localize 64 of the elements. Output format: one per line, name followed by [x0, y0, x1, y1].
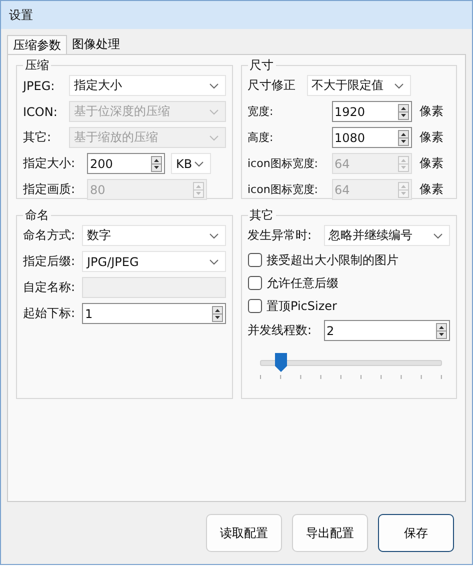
unit-label: 像素 [420, 129, 444, 146]
caret-icon [208, 258, 218, 264]
unit-dropdown[interactable]: KB [171, 153, 211, 174]
caret-icon [208, 108, 218, 114]
unit-label: 像素 [420, 155, 444, 172]
field-label: 尺寸修正 [248, 77, 296, 94]
caret-icon [208, 82, 218, 88]
group-title: 其它 [248, 207, 274, 224]
checkbox[interactable] [248, 253, 262, 267]
dialog-button[interactable]: 保存 [378, 514, 454, 552]
field-label: 其它: [23, 129, 52, 146]
unit-label: 像素 [420, 103, 444, 120]
number-field[interactable]: 2 [324, 320, 450, 341]
checkbox-label: 接受超出大小限制的图片 [266, 252, 398, 268]
dropdown[interactable]: 不大于限定值 [306, 75, 410, 96]
caret-icon [208, 134, 218, 140]
field-label: 自定名称: [23, 279, 76, 296]
checkbox-label: 允许任意后缀 [266, 274, 338, 292]
field-label: 指定画质: [23, 181, 76, 198]
spin-arrows-icon [398, 104, 408, 120]
field-label: icon图标宽度: [248, 156, 320, 171]
field-label: 起始下标: [23, 305, 76, 322]
caret-icon [433, 232, 443, 238]
field-label: 指定大小: [23, 155, 76, 172]
checkbox[interactable] [248, 299, 262, 313]
window-title: 设置 [9, 6, 33, 24]
tab[interactable]: 图像处理 [67, 35, 125, 54]
dropdown[interactable]: 指定大小 [69, 75, 226, 96]
group-title: 压缩 [24, 57, 50, 74]
caret-icon [394, 82, 404, 88]
field-label: ICON: [23, 104, 58, 118]
number-field[interactable]: 1 [82, 303, 226, 324]
slider-thumb[interactable] [274, 353, 287, 372]
checkbox-label: 置顶PicSizer [266, 298, 337, 314]
spin-arrows-icon [398, 156, 408, 172]
checkbox[interactable] [248, 276, 262, 290]
number-field[interactable]: 1920 [332, 101, 412, 122]
field-label: 高度: [248, 130, 274, 145]
spin-arrows-icon [398, 130, 408, 146]
caret-icon [194, 160, 204, 166]
field-label: 并发线程数: [248, 322, 313, 339]
dialog-button[interactable]: 导出配置 [292, 514, 368, 552]
group-title: 尺寸 [248, 57, 274, 74]
spin-arrows-icon [193, 182, 204, 198]
number-field[interactable]: 1080 [332, 127, 412, 148]
unit-label: 像素 [420, 181, 444, 198]
field-label: 发生异常时: [248, 227, 313, 244]
caret-icon [208, 232, 218, 238]
dropdown[interactable]: 忽略并继续编号 [324, 225, 450, 246]
field-label: 指定后缀: [23, 253, 76, 270]
field-label: icon图标宽度: [248, 182, 320, 197]
spin-arrows-icon [151, 156, 162, 172]
spin-arrows-icon [212, 306, 222, 322]
dropdown[interactable]: JPG/JPEG [82, 251, 226, 272]
field-label: 宽度: [248, 104, 274, 119]
dialog-button[interactable]: 读取配置 [206, 514, 282, 552]
spin-arrows-icon [398, 182, 408, 198]
tab[interactable]: 压缩参数 [7, 35, 67, 54]
number-field[interactable]: 200 [87, 153, 165, 174]
field-label: JPEG: [23, 78, 56, 92]
group-title: 命名 [24, 207, 50, 224]
field-label: 命名方式: [23, 227, 76, 244]
spin-arrows-icon [436, 322, 447, 338]
dropdown[interactable]: 数字 [82, 225, 226, 246]
